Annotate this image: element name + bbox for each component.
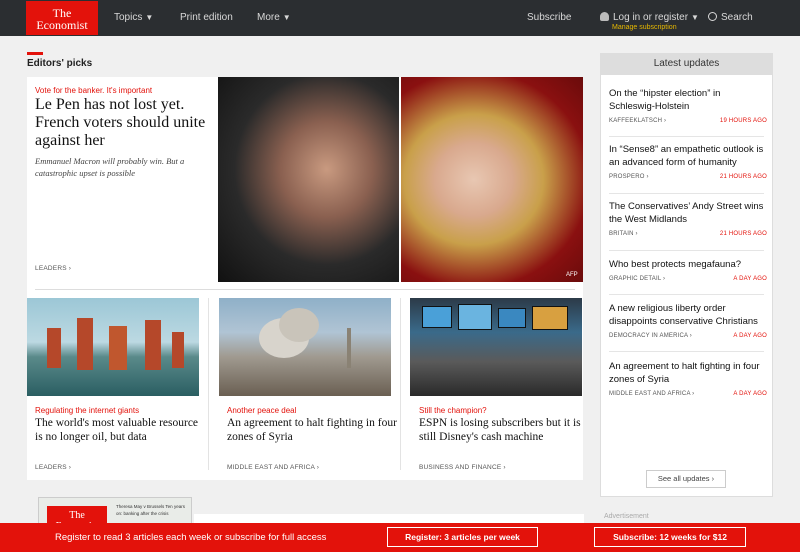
- card-headline[interactable]: ESPN is losing subscribers but it is sti…: [419, 416, 591, 444]
- update-section-label: PROSPERO: [609, 174, 645, 180]
- syria-smoke-photo[interactable]: [219, 298, 391, 396]
- divider: [609, 136, 764, 137]
- chevron-down-icon: ▼: [691, 13, 699, 22]
- nav-print-edition[interactable]: Print edition: [180, 12, 233, 23]
- economist-logo[interactable]: The Economist: [26, 1, 98, 35]
- advertisement-label: Advertisement: [604, 513, 649, 520]
- login-link[interactable]: Log in or register ▼: [600, 12, 699, 23]
- lead-headline[interactable]: Le Pen has not lost yet. French voters s…: [35, 96, 213, 150]
- update-time: A DAY AGO: [733, 391, 767, 397]
- search-label: Search: [721, 12, 753, 23]
- macron-photo[interactable]: [218, 77, 399, 282]
- espn-studio-photo[interactable]: [410, 298, 582, 396]
- divider: [609, 351, 764, 352]
- card-kicker[interactable]: Regulating the internet giants: [35, 406, 139, 415]
- nav-print-label: Print edition: [180, 12, 233, 23]
- list-item[interactable]: The Conservatives’ Andy Street wins the …: [609, 200, 767, 237]
- user-icon: [600, 12, 609, 21]
- card-section-link[interactable]: MIDDLE EAST AND AFRICA ›: [227, 464, 319, 471]
- update-time: 19 HOURS AGO: [719, 118, 767, 124]
- update-meta: PROSPERO › 21 HOURS AGO: [609, 174, 767, 180]
- lead-description: Emmanuel Macron will probably win. But a…: [35, 156, 185, 178]
- card-headline[interactable]: The world's most valuable resource is no…: [35, 416, 207, 444]
- update-section-label: MIDDLE EAST AND AFRICA: [609, 391, 691, 397]
- photo-credit: AFP: [566, 272, 578, 278]
- divider: [609, 250, 764, 251]
- update-title[interactable]: A new religious liberty order disappoint…: [609, 302, 767, 328]
- update-title[interactable]: On the “hipster election” in Schleswig-H…: [609, 87, 767, 113]
- update-section[interactable]: PROSPERO ›: [609, 174, 649, 180]
- list-item[interactable]: In “Sense8” an empathetic outlook is an …: [609, 143, 767, 180]
- latest-updates-title: Latest updates: [600, 53, 773, 75]
- editors-picks-title: Editors' picks: [27, 58, 93, 69]
- update-meta: BRITAIN › 21 HOURS AGO: [609, 231, 767, 237]
- le-pen-photo[interactable]: [401, 77, 583, 282]
- register-button[interactable]: Register: 3 articles per week: [387, 527, 538, 547]
- update-time: 21 HOURS AGO: [719, 231, 767, 237]
- nav-topics[interactable]: Topics ▼: [114, 12, 153, 23]
- card-section-link[interactable]: BUSINESS AND FINANCE ›: [419, 464, 506, 471]
- update-title[interactable]: An agreement to halt fighting in four zo…: [609, 360, 767, 386]
- subscribe-button[interactable]: Subscribe: 12 weeks for $12: [594, 527, 746, 547]
- subscribe-link[interactable]: Subscribe: [527, 12, 571, 23]
- list-item[interactable]: An agreement to halt fighting in four zo…: [609, 360, 767, 397]
- section-rule: [27, 52, 43, 55]
- update-section[interactable]: GRAPHIC DETAIL ›: [609, 276, 665, 282]
- list-item[interactable]: On the “hipster election” in Schleswig-H…: [609, 87, 767, 124]
- logo-line2: Economist: [36, 18, 88, 32]
- search-icon: [708, 12, 717, 21]
- update-section[interactable]: MIDDLE EAST AND AFRICA ›: [609, 391, 694, 397]
- oil-rigs-photo[interactable]: [27, 298, 199, 396]
- update-section[interactable]: KAFFEEKLATSCH ›: [609, 118, 666, 124]
- divider: [609, 294, 764, 295]
- divider: [400, 298, 401, 470]
- update-section-label: GRAPHIC DETAIL: [609, 276, 662, 282]
- see-all-label: See all updates: [657, 474, 710, 483]
- update-title[interactable]: The Conservatives’ Andy Street wins the …: [609, 200, 767, 226]
- update-section[interactable]: DEMOCRACY IN AMERICA ›: [609, 333, 692, 339]
- magazine-cover-text: Theresa May v Brussels Ten years on: ban…: [116, 504, 185, 516]
- update-section-label: DEMOCRACY IN AMERICA: [609, 333, 688, 339]
- update-time: 21 HOURS AGO: [719, 174, 767, 180]
- search-button[interactable]: Search: [708, 12, 753, 23]
- update-meta: KAFFEEKLATSCH › 19 HOURS AGO: [609, 118, 767, 124]
- card-kicker[interactable]: Still the champion?: [419, 406, 487, 415]
- card-kicker[interactable]: Another peace deal: [227, 406, 296, 415]
- divider: [208, 298, 209, 470]
- update-section-label: KAFFEEKLATSCH: [609, 118, 663, 124]
- card-headline[interactable]: An agreement to halt fighting in four zo…: [227, 416, 399, 444]
- see-all-updates-button[interactable]: See all updates ›: [646, 470, 726, 488]
- update-title[interactable]: In “Sense8” an empathetic outlook is an …: [609, 143, 767, 169]
- nav-topics-label: Topics: [114, 12, 143, 23]
- list-item[interactable]: Who best protects megafauna? GRAPHIC DET…: [609, 258, 767, 282]
- manage-subscription-link[interactable]: Manage subscription: [612, 24, 677, 31]
- divider: [609, 193, 764, 194]
- card-section-label: LEADERS: [35, 464, 67, 471]
- card-section-label: BUSINESS AND FINANCE: [419, 464, 502, 471]
- divider: [35, 289, 575, 290]
- update-time: A DAY AGO: [733, 333, 767, 339]
- card-section-link[interactable]: LEADERS ›: [35, 464, 71, 471]
- chevron-down-icon: ▼: [282, 13, 291, 22]
- list-item[interactable]: A new religious liberty order disappoint…: [609, 302, 767, 339]
- nav-more-label: More: [257, 12, 280, 23]
- update-time: A DAY AGO: [733, 276, 767, 282]
- update-meta: MIDDLE EAST AND AFRICA › A DAY AGO: [609, 391, 767, 397]
- nav-more[interactable]: More ▼: [257, 12, 291, 23]
- update-section-label: BRITAIN: [609, 231, 634, 237]
- update-section[interactable]: BRITAIN ›: [609, 231, 638, 237]
- login-label: Log in or register: [613, 12, 689, 23]
- update-title[interactable]: Who best protects megafauna?: [609, 258, 767, 271]
- lead-section-label: LEADERS: [35, 265, 67, 272]
- card-section-label: MIDDLE EAST AND AFRICA: [227, 464, 315, 471]
- update-meta: DEMOCRACY IN AMERICA › A DAY AGO: [609, 333, 767, 339]
- top-nav: The Economist Topics ▼ Print edition More…: [0, 0, 800, 36]
- update-meta: GRAPHIC DETAIL › A DAY AGO: [609, 276, 767, 282]
- banner-text: Register to read 3 articles each week or…: [55, 532, 327, 543]
- lead-kicker[interactable]: Vote for the banker. It's important: [35, 86, 152, 95]
- chevron-down-icon: ▼: [145, 13, 154, 22]
- lead-section-link[interactable]: LEADERS ›: [35, 265, 71, 272]
